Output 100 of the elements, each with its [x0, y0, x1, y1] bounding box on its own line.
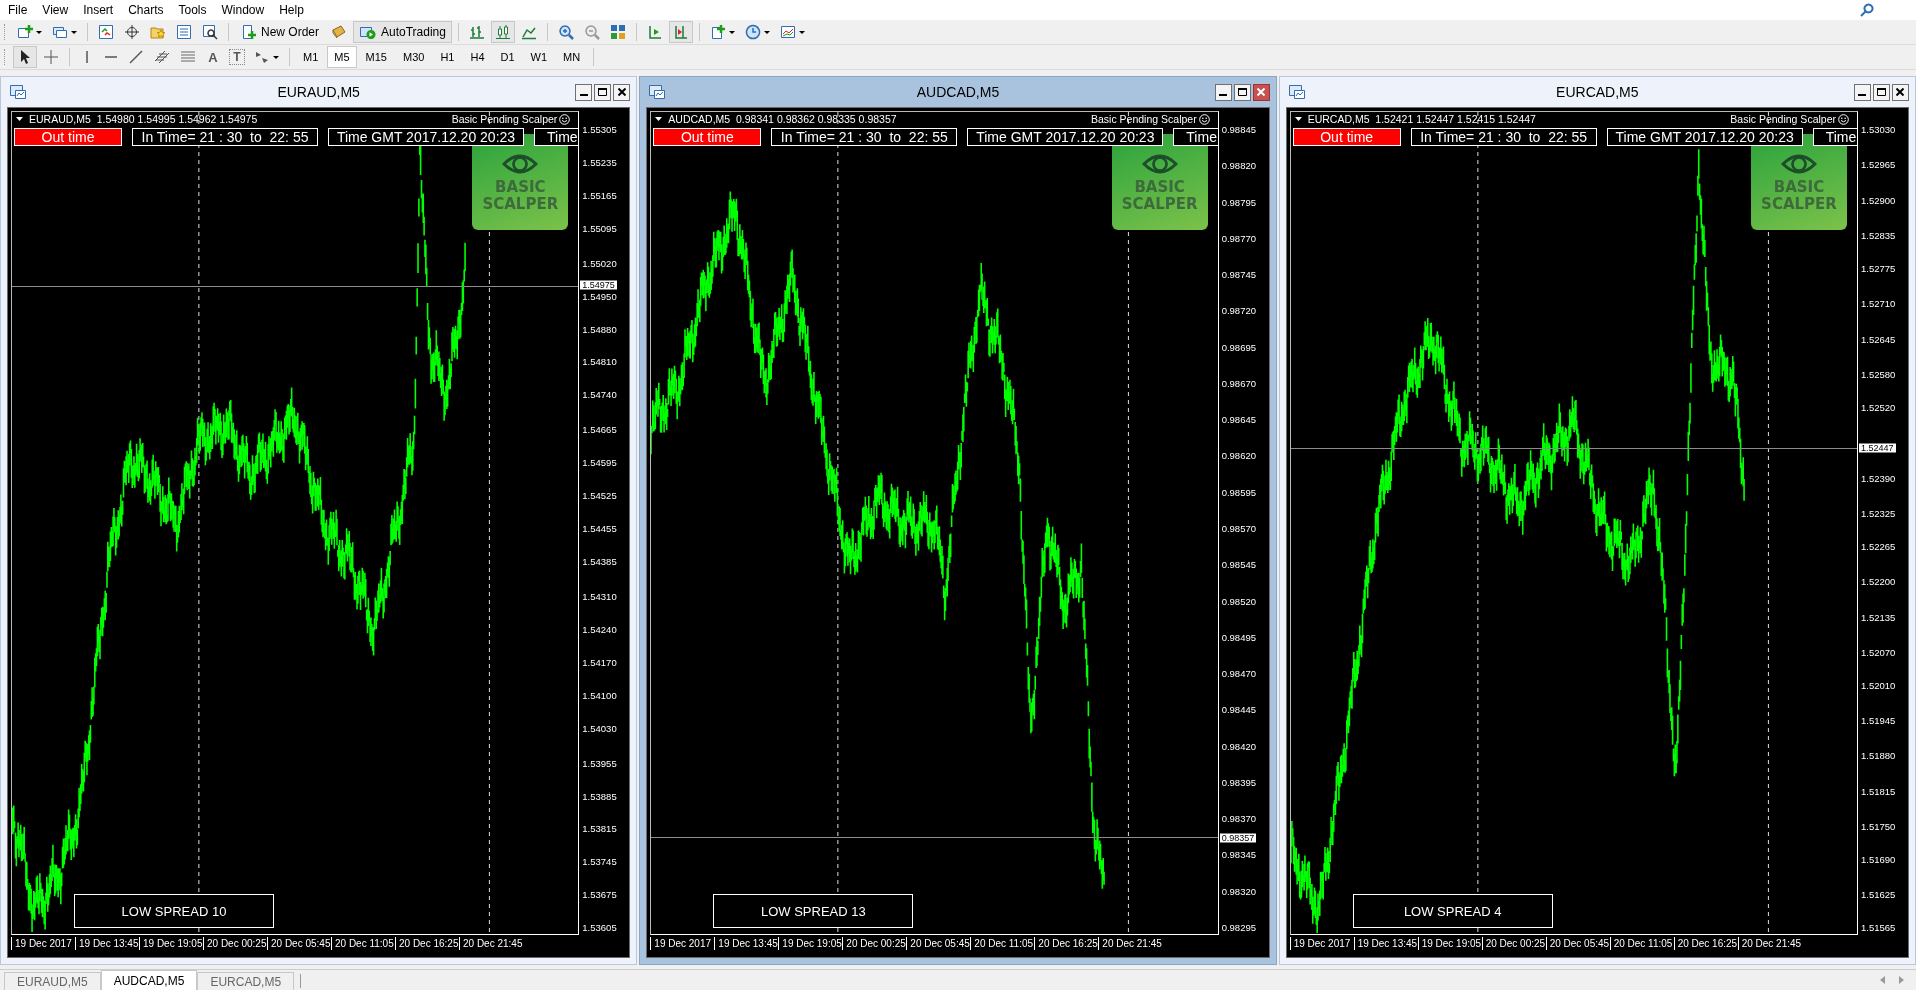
price-tick-label: 1.52835	[1861, 231, 1896, 242]
maximize-button[interactable]	[1233, 83, 1251, 101]
dropdown-triangle-icon[interactable]	[655, 117, 663, 121]
gmt-time-label: Time GMT 2017.12.20 20:23	[328, 128, 524, 146]
menu-item[interactable]: Help	[273, 3, 313, 17]
price-tick-label: 0.98420	[1221, 741, 1256, 752]
price-tick-label: 1.52710	[1861, 299, 1896, 310]
gmt-time-label: Time GMT 2017.12.20 20:23	[967, 128, 1164, 146]
price-tick-label: 1.54665	[582, 425, 617, 436]
autoscroll-icon	[672, 24, 689, 40]
price-tick-label: 1.52580	[1861, 370, 1896, 381]
chart-tab[interactable]: AUDCAD,M5	[100, 970, 198, 990]
timeframe-button[interactable]: MN	[556, 46, 588, 68]
window-title: AUDCAD,M5	[916, 84, 1000, 100]
out-time-label: Out time	[14, 128, 122, 146]
time-tick-label: 20 Dec 16:25	[395, 937, 459, 950]
chart-tab[interactable]: EURAUD,M5	[4, 972, 101, 990]
price-tick-label: 1.51750	[1861, 822, 1896, 833]
horizontal-line-icon	[105, 56, 117, 58]
window-title: EURAUD,M5	[277, 84, 360, 100]
price-tick-label: 1.52010	[1861, 680, 1896, 691]
minimize-button[interactable]	[575, 83, 593, 101]
book-icon	[331, 24, 347, 40]
price-tick-label: 1.52965	[1861, 160, 1896, 171]
timeframe-button[interactable]: H1	[433, 46, 462, 68]
chart-tab[interactable]: EURCAD,M5	[197, 972, 295, 990]
price-tick-label: 1.54385	[582, 556, 617, 567]
price-tick-label: 0.98470	[1221, 669, 1256, 680]
price-tick-label: 1.52325	[1861, 509, 1896, 519]
minimize-button[interactable]	[1214, 83, 1232, 101]
tool-button[interactable]	[13, 46, 37, 68]
dropdown-triangle-icon[interactable]	[1294, 117, 1302, 121]
symbol-quote: EURCAD,M5 1.52421 1.52447 1.52415 1.52447	[1307, 113, 1536, 125]
menu-item[interactable]: Tools	[172, 3, 216, 17]
indicator-add-icon	[709, 24, 726, 40]
caret-icon	[763, 30, 770, 34]
price-tick-label: 0.98395	[1221, 777, 1256, 788]
arrows-icon	[254, 49, 270, 65]
timeframe-button[interactable]: H4	[463, 46, 492, 68]
time-tick-label: 19 Dec 13:45	[75, 937, 139, 950]
price-tick-label: 1.52645	[1861, 334, 1896, 345]
timeframe-button[interactable]: M15	[358, 46, 394, 68]
spread-label: LOW SPREAD 13	[713, 894, 914, 928]
maximize-icon	[1877, 88, 1886, 96]
menu-item[interactable]: File	[2, 3, 37, 17]
price-tick-label: 1.55095	[582, 223, 617, 234]
chart-window-icon	[648, 84, 667, 100]
price-tick-label: 0.98745	[1221, 270, 1256, 281]
timeframe-button[interactable]: D1	[493, 46, 522, 68]
dropdown-triangle-icon[interactable]	[16, 117, 23, 121]
time-tick-label: 19 Dec 13:45	[714, 937, 779, 950]
price-tick-label: 1.51625	[1861, 890, 1896, 901]
caret-icon	[273, 55, 279, 59]
minimize-button[interactable]	[1854, 83, 1871, 101]
time-tick-label: 20 Dec 21:45	[459, 937, 523, 950]
time-tick-label: 20 Dec 00:25	[842, 937, 907, 950]
timeframe-button[interactable]: M30	[395, 46, 432, 68]
price-tick-label: 0.98795	[1221, 197, 1256, 208]
timeframe-button[interactable]: M1	[296, 46, 326, 68]
chart-shift-icon	[646, 24, 663, 40]
time-tick-label: 19 Dec 19:05	[1417, 937, 1482, 950]
market-watch-icon	[98, 24, 114, 40]
price-tick-label: 1.52135	[1861, 612, 1896, 623]
timeframe-button[interactable]: W1	[523, 46, 555, 68]
maximize-button[interactable]	[1873, 83, 1890, 101]
search-icon[interactable]	[1860, 3, 1874, 17]
price-tick-label: 1.53815	[582, 824, 617, 835]
time-tick-label: 20 Dec 21:45	[1737, 937, 1802, 950]
price-tick-label: 0.98370	[1221, 814, 1256, 825]
price-tick-label: 1.52200	[1861, 577, 1896, 588]
menu-item[interactable]: View	[36, 3, 78, 17]
menu-item[interactable]: Charts	[122, 3, 173, 17]
time-tick-label: 19 Dec 19:05	[139, 937, 203, 950]
list-window-icon	[176, 24, 192, 40]
window-title: EURCAD,M5	[1556, 84, 1639, 100]
zoom-out-icon	[583, 24, 600, 40]
text-label-tool-button[interactable]: T	[226, 46, 248, 68]
price-tick-label: 1.51880	[1861, 751, 1896, 762]
current-price-label: 0.98357	[1219, 833, 1257, 843]
menu-item[interactable]: Window	[215, 3, 274, 17]
close-button[interactable]	[613, 83, 631, 101]
close-button[interactable]	[1252, 83, 1270, 101]
maximize-button[interactable]	[594, 83, 612, 101]
text-tool-button[interactable]: A	[202, 46, 224, 68]
menu-item[interactable]: Insert	[77, 3, 123, 17]
smiley-icon	[1198, 113, 1210, 125]
price-tick-label: 0.98545	[1221, 560, 1256, 571]
price-tick-label: 0.98645	[1221, 415, 1256, 426]
indicator-name: Basic Pending Scalper	[1730, 113, 1836, 125]
close-icon	[1896, 88, 1905, 96]
close-button[interactable]	[1892, 83, 1909, 101]
price-tick-label: 0.98620	[1221, 451, 1256, 462]
price-tick-label: 1.53605	[582, 923, 617, 933]
price-tick-label: 0.98845	[1221, 125, 1256, 135]
new-order-button[interactable]: New Order	[235, 21, 325, 43]
time-tick-label: 19 Dec 2017	[11, 937, 75, 950]
price-tick-label: 0.98595	[1221, 487, 1256, 498]
caret-icon	[798, 30, 805, 34]
auto-trading-button[interactable]: AutoTrading	[353, 21, 452, 43]
timeframe-button[interactable]: M5	[327, 46, 357, 68]
